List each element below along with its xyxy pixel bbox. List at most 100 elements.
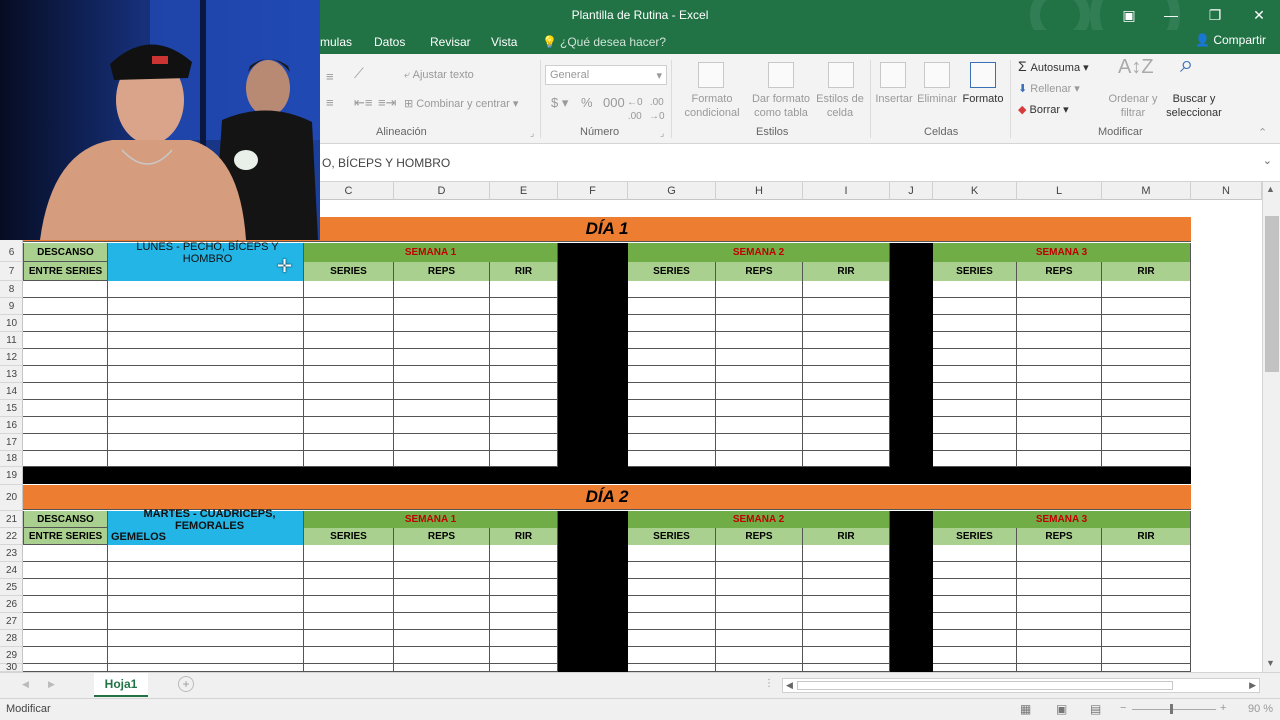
page-break-icon[interactable]: ▤ xyxy=(1090,702,1101,716)
row-header[interactable]: 25 xyxy=(0,579,23,596)
grid-cell[interactable] xyxy=(304,366,394,383)
grid-cell[interactable] xyxy=(716,562,803,579)
zoom-out-icon[interactable]: − xyxy=(1120,702,1126,714)
grid-cell[interactable] xyxy=(628,383,716,400)
grid-cell[interactable] xyxy=(394,349,490,366)
grid-cell[interactable] xyxy=(304,647,394,664)
grid-cell[interactable] xyxy=(628,366,716,383)
grid-cell[interactable] xyxy=(1102,451,1191,467)
rir-header[interactable]: RIR xyxy=(803,528,890,545)
grid-cell[interactable] xyxy=(933,545,1017,562)
percent-icon[interactable]: % xyxy=(581,96,593,110)
column-header[interactable]: K xyxy=(933,182,1017,200)
row-header[interactable]: 17 xyxy=(0,434,23,451)
grid-cell[interactable] xyxy=(1102,298,1191,315)
cell-styles-button[interactable]: Estilos de celda xyxy=(812,92,868,120)
grid-cell[interactable] xyxy=(108,647,304,664)
week1-header[interactable]: SEMANA 1 xyxy=(304,511,558,528)
grid-cell[interactable] xyxy=(716,400,803,417)
grid-cell[interactable] xyxy=(394,417,490,434)
page-layout-icon[interactable]: ▣ xyxy=(1056,702,1067,716)
format-button[interactable]: Formato xyxy=(960,92,1006,106)
grid-cell[interactable] xyxy=(933,596,1017,613)
grid-cell[interactable] xyxy=(628,349,716,366)
rest-label[interactable]: DESCANSO xyxy=(23,511,108,528)
grid-cell[interactable] xyxy=(933,383,1017,400)
grid-cell[interactable] xyxy=(108,349,304,366)
row-header[interactable]: 14 xyxy=(0,383,23,400)
grid-cell[interactable] xyxy=(1102,417,1191,434)
wrap-text-button[interactable]: ⤶ Ajustar texto xyxy=(404,68,474,82)
grid-cell[interactable] xyxy=(1102,281,1191,298)
grid-cell[interactable] xyxy=(304,298,394,315)
grid-cell[interactable] xyxy=(803,298,890,315)
align-lines-icon[interactable]: ≡ xyxy=(326,70,334,84)
orientation-icon[interactable]: ⟋ xyxy=(354,66,364,80)
grid-cell[interactable] xyxy=(23,647,108,664)
grid-cell[interactable] xyxy=(1102,647,1191,664)
grid-cell[interactable] xyxy=(23,400,108,417)
rir-header[interactable]: RIR xyxy=(490,262,558,281)
minimize-icon[interactable]: — xyxy=(1160,4,1182,26)
grid-cell[interactable] xyxy=(1017,281,1102,298)
grid-cell[interactable] xyxy=(803,562,890,579)
prev-sheet-icon[interactable]: ◀ xyxy=(22,679,29,690)
grid-cell[interactable] xyxy=(23,332,108,349)
row-header[interactable]: 15 xyxy=(0,400,23,417)
row-header[interactable]: 26 xyxy=(0,596,23,613)
grid-cell[interactable] xyxy=(490,596,558,613)
zoom-slider-thumb[interactable] xyxy=(1170,704,1173,714)
grid-cell[interactable] xyxy=(803,315,890,332)
autosum-button[interactable]: Σ Autosuma ▾ xyxy=(1018,59,1089,75)
grid-cell[interactable] xyxy=(394,451,490,467)
increase-decimal-icon[interactable]: ←0.00 xyxy=(627,96,643,124)
grid-cell[interactable] xyxy=(23,315,108,332)
grid-cell[interactable] xyxy=(1102,400,1191,417)
grid-cell[interactable] xyxy=(803,417,890,434)
grid-cell[interactable] xyxy=(628,647,716,664)
scroll-thumb[interactable] xyxy=(797,681,1173,690)
grid-cell[interactable] xyxy=(23,434,108,451)
grid-cell[interactable] xyxy=(490,349,558,366)
series-header[interactable]: SERIES xyxy=(628,528,716,545)
dialog-launcher-icon[interactable]: ⌟ xyxy=(530,126,534,140)
column-header[interactable]: I xyxy=(803,182,890,200)
grid-cell[interactable] xyxy=(304,451,394,467)
grid-cell[interactable] xyxy=(108,630,304,647)
zoom-level[interactable]: 90 % xyxy=(1248,703,1273,715)
spreadsheet-grid[interactable]: DÍA 1 DESCANSO ENTRE SERIES LUNES - PECH… xyxy=(23,200,1262,672)
rir-header[interactable]: RIR xyxy=(490,528,558,545)
grid-cell[interactable] xyxy=(1102,383,1191,400)
row-header[interactable]: 21 xyxy=(0,511,23,528)
grid-cell[interactable] xyxy=(23,417,108,434)
grid-cell[interactable] xyxy=(108,545,304,562)
grid-cell[interactable] xyxy=(108,579,304,596)
grid-cell[interactable] xyxy=(394,545,490,562)
grid-cell[interactable] xyxy=(394,562,490,579)
grid-cell[interactable] xyxy=(933,630,1017,647)
grid-cell[interactable] xyxy=(803,400,890,417)
rest-label[interactable]: DESCANSO xyxy=(23,243,108,262)
comma-style-icon[interactable]: 000 xyxy=(603,96,625,110)
reps-header[interactable]: REPS xyxy=(394,262,490,281)
grid-cell[interactable] xyxy=(304,596,394,613)
grid-cell[interactable] xyxy=(803,596,890,613)
between-sets-label[interactable]: ENTRE SERIES xyxy=(23,262,108,281)
grid-cell[interactable] xyxy=(23,664,108,672)
grid-cell[interactable] xyxy=(803,366,890,383)
grid-cell[interactable] xyxy=(803,613,890,630)
grid-cell[interactable] xyxy=(394,383,490,400)
grid-cell[interactable] xyxy=(933,434,1017,451)
grid-cell[interactable] xyxy=(1102,579,1191,596)
grid-cell[interactable] xyxy=(23,613,108,630)
grid-cell[interactable] xyxy=(394,298,490,315)
grid-cell[interactable] xyxy=(933,366,1017,383)
row-header[interactable]: 22 xyxy=(0,528,23,545)
grid-cell[interactable] xyxy=(394,366,490,383)
grid-cell[interactable] xyxy=(1017,613,1102,630)
grid-cell[interactable] xyxy=(1017,349,1102,366)
grid-cell[interactable] xyxy=(628,315,716,332)
grid-cell[interactable] xyxy=(1102,332,1191,349)
grid-cell[interactable] xyxy=(490,562,558,579)
grid-cell[interactable] xyxy=(304,400,394,417)
